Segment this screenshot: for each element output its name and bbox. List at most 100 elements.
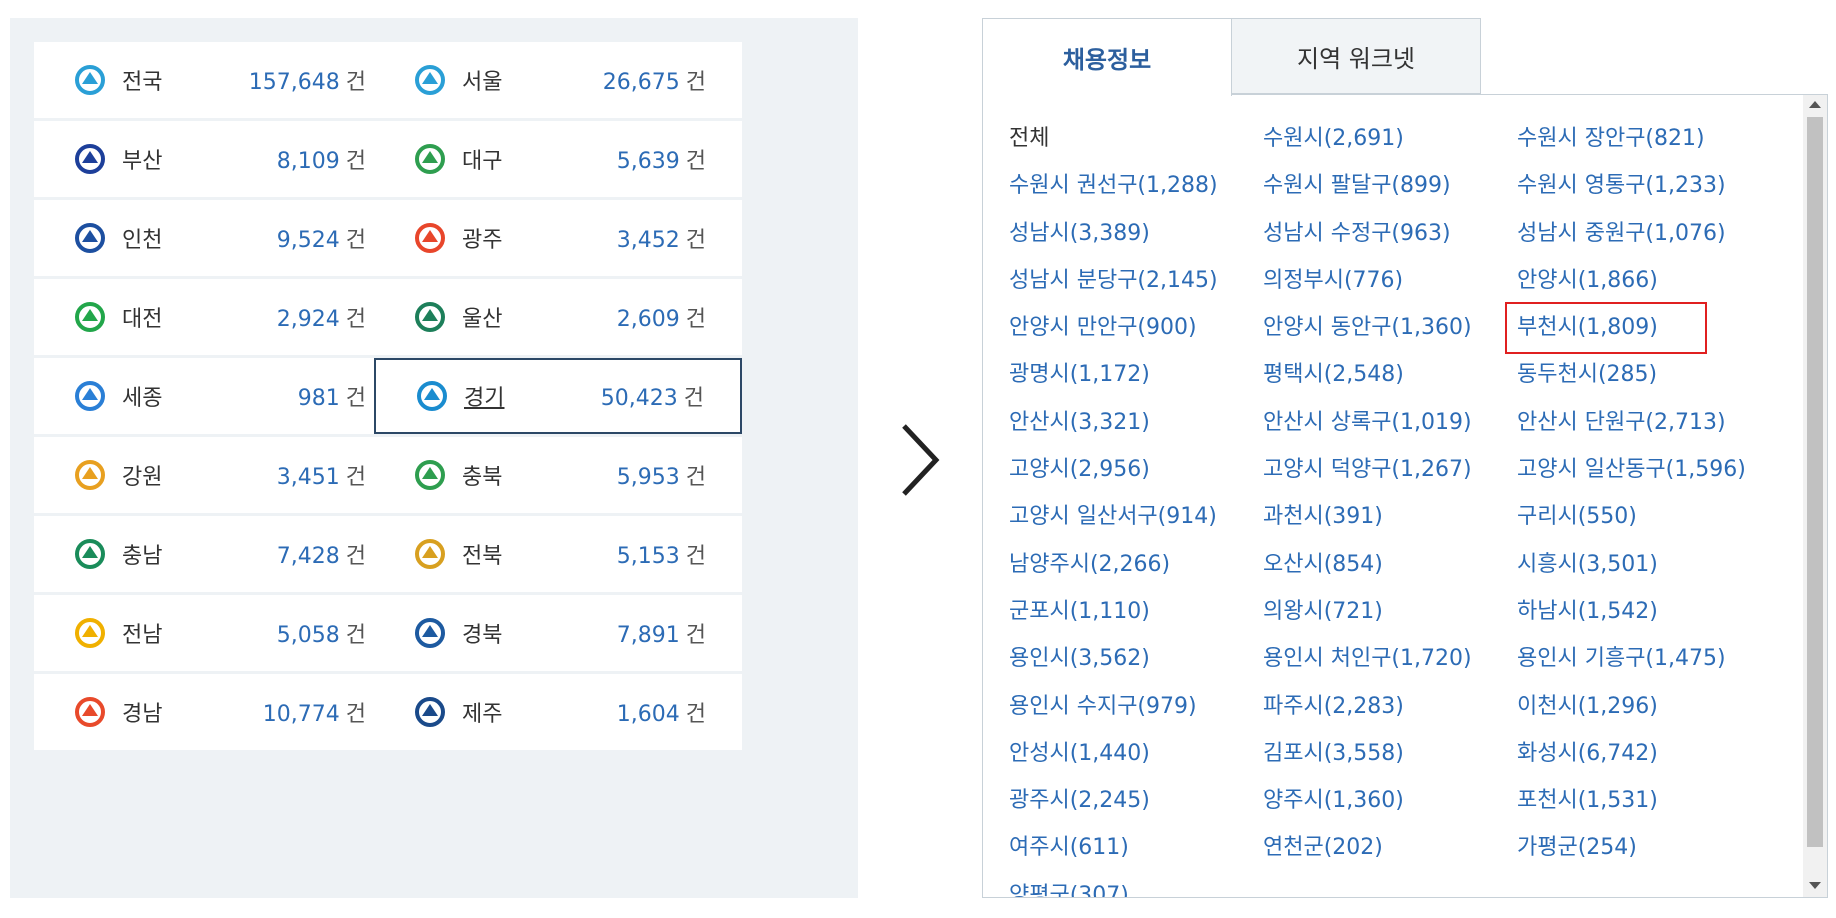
region-card[interactable]: 전북 5,153 건 bbox=[374, 516, 742, 592]
region-name: 경기 bbox=[464, 386, 505, 411]
city-list-box: 전체 수원시(2,691) 수원시 장안구(821) 수원시 권선구(1,288) 수원… bbox=[982, 94, 1828, 898]
region-count: 50,423 건 bbox=[601, 380, 704, 412]
city-item[interactable]: 김포시(3,558) bbox=[1263, 730, 1517, 777]
city-item[interactable]: 안산시 상록구(1,019) bbox=[1263, 399, 1517, 446]
city-item[interactable]: 광주시(2,245) bbox=[1009, 777, 1263, 824]
city-item[interactable]: 과천시(391) bbox=[1263, 493, 1517, 540]
region-count-value: 5,639 bbox=[616, 149, 680, 174]
city-item[interactable]: 안양시 만안구(900) bbox=[1009, 304, 1263, 351]
region-card[interactable]: 경남 10,774 건 bbox=[34, 674, 402, 750]
city-item[interactable]: 가평군(254) bbox=[1517, 824, 1771, 871]
region-card[interactable]: 부산 8,109 건 bbox=[34, 121, 402, 197]
region-card[interactable]: 울산 2,609 건 bbox=[374, 279, 742, 355]
region-card[interactable]: 서울 26,675 건 bbox=[374, 42, 742, 118]
gyeongbuk-logo-icon bbox=[412, 615, 448, 651]
city-item[interactable]: 수원시 권선구(1,288) bbox=[1009, 162, 1263, 209]
region-card[interactable]: 충남 7,428 건 bbox=[34, 516, 402, 592]
region-card[interactable]: 경기 50,423 건 bbox=[374, 358, 742, 434]
city-item[interactable]: 수원시 팔달구(899) bbox=[1263, 162, 1517, 209]
city-item[interactable]: 용인시(3,562) bbox=[1009, 635, 1263, 682]
city-item-all[interactable]: 전체 bbox=[1009, 115, 1263, 162]
region-card[interactable]: 제주 1,604 건 bbox=[374, 674, 742, 750]
city-item[interactable]: 수원시 장안구(821) bbox=[1517, 115, 1771, 162]
city-item[interactable]: 성남시(3,389) bbox=[1009, 210, 1263, 257]
region-count-unit: 건 bbox=[685, 228, 706, 253]
city-item[interactable]: 성남시 중원구(1,076) bbox=[1517, 210, 1771, 257]
city-item[interactable]: 구리시(550) bbox=[1517, 493, 1771, 540]
region-card[interactable]: 대구 5,639 건 bbox=[374, 121, 742, 197]
city-item[interactable]: 남양주시(2,266) bbox=[1009, 541, 1263, 588]
city-item[interactable]: 화성시(6,742) bbox=[1517, 730, 1771, 777]
region-count-unit: 건 bbox=[345, 544, 366, 569]
city-item[interactable]: 평택시(2,548) bbox=[1263, 351, 1517, 398]
region-count-unit: 건 bbox=[345, 149, 366, 174]
region-card[interactable]: 인천 9,524 건 bbox=[34, 200, 402, 276]
region-name: 대구 bbox=[462, 149, 503, 174]
region-name: 전남 bbox=[122, 623, 163, 648]
region-count-unit: 건 bbox=[685, 149, 706, 174]
city-item[interactable]: 안성시(1,440) bbox=[1009, 730, 1263, 777]
city-item[interactable]: 동두천시(285) bbox=[1517, 351, 1771, 398]
scroll-down-icon[interactable] bbox=[1809, 882, 1821, 889]
scroll-thumb[interactable] bbox=[1807, 117, 1823, 847]
region-count: 8,109 건 bbox=[277, 143, 366, 175]
city-item[interactable]: 파주시(2,283) bbox=[1263, 683, 1517, 730]
city-item[interactable]: 안산시(3,321) bbox=[1009, 399, 1263, 446]
city-item[interactable]: 군포시(1,110) bbox=[1009, 588, 1263, 635]
chevron-right-icon bbox=[902, 424, 940, 496]
gwangju-logo-icon bbox=[412, 220, 448, 256]
scroll-up-icon[interactable] bbox=[1809, 101, 1821, 108]
region-count-value: 5,153 bbox=[616, 544, 680, 569]
region-name: 전국 bbox=[122, 70, 163, 95]
region-count: 10,774 건 bbox=[263, 696, 366, 728]
city-item[interactable]: 오산시(854) bbox=[1263, 541, 1517, 588]
city-item[interactable]: 고양시 덕양구(1,267) bbox=[1263, 446, 1517, 493]
city-item[interactable]: 이천시(1,296) bbox=[1517, 683, 1771, 730]
scrollbar[interactable] bbox=[1803, 95, 1827, 897]
city-item[interactable]: 용인시 처인구(1,720) bbox=[1263, 635, 1517, 682]
city-item[interactable]: 하남시(1,542) bbox=[1517, 588, 1771, 635]
region-card[interactable]: 전남 5,058 건 bbox=[34, 595, 402, 671]
chungbuk-logo-icon bbox=[412, 457, 448, 493]
city-item[interactable]: 안산시 단원구(2,713) bbox=[1517, 399, 1771, 446]
city-item[interactable]: 광명시(1,172) bbox=[1009, 351, 1263, 398]
city-item[interactable]: 안양시 동안구(1,360) bbox=[1263, 304, 1517, 351]
region-count-unit: 건 bbox=[685, 307, 706, 332]
city-item[interactable]: 고양시 일산서구(914) bbox=[1009, 493, 1263, 540]
city-item[interactable]: 시흥시(3,501) bbox=[1517, 541, 1771, 588]
city-item[interactable]: 용인시 기흥구(1,475) bbox=[1517, 635, 1771, 682]
city-item[interactable]: 성남시 수정구(963) bbox=[1263, 210, 1517, 257]
city-item[interactable]: 양평군(307) bbox=[1009, 872, 1263, 897]
region-card[interactable]: 광주 3,452 건 bbox=[374, 200, 742, 276]
region-card[interactable]: 세종 981 건 bbox=[34, 358, 402, 434]
gyeonggi-logo-icon bbox=[414, 378, 450, 414]
tab-regional-worknet[interactable]: 지역 워크넷 bbox=[1231, 18, 1481, 94]
city-item[interactable]: 안양시(1,866) bbox=[1517, 257, 1771, 304]
region-card[interactable]: 전국 157,648 건 bbox=[34, 42, 402, 118]
city-item[interactable]: 수원시 영통구(1,233) bbox=[1517, 162, 1771, 209]
tab-job-info[interactable]: 채용정보 bbox=[982, 18, 1232, 96]
city-item[interactable]: 용인시 수지구(979) bbox=[1009, 683, 1263, 730]
city-item[interactable]: 성남시 분당구(2,145) bbox=[1009, 257, 1263, 304]
region-card[interactable]: 대전 2,924 건 bbox=[34, 279, 402, 355]
region-card[interactable]: 경북 7,891 건 bbox=[374, 595, 742, 671]
city-item[interactable]: 포천시(1,531) bbox=[1517, 777, 1771, 824]
region-name: 경북 bbox=[462, 623, 503, 648]
city-item[interactable]: 고양시(2,956) bbox=[1009, 446, 1263, 493]
jeonbuk-logo-icon bbox=[412, 536, 448, 572]
city-item[interactable]: 부천시(1,809) bbox=[1505, 302, 1707, 355]
city-item[interactable]: 의왕시(721) bbox=[1263, 588, 1517, 635]
daejeon-logo-icon bbox=[72, 299, 108, 335]
region-card[interactable]: 강원 3,451 건 bbox=[34, 437, 402, 513]
city-item[interactable]: 고양시 일산동구(1,596) bbox=[1517, 446, 1771, 493]
city-item[interactable]: 수원시(2,691) bbox=[1263, 115, 1517, 162]
region-count: 7,428 건 bbox=[277, 538, 366, 570]
city-item[interactable]: 의정부시(776) bbox=[1263, 257, 1517, 304]
city-item[interactable]: 연천군(202) bbox=[1263, 824, 1517, 871]
region-count-value: 2,924 bbox=[276, 307, 340, 332]
region-count: 7,891 건 bbox=[617, 617, 706, 649]
region-card[interactable]: 충북 5,953 건 bbox=[374, 437, 742, 513]
region-name: 광주 bbox=[462, 228, 503, 253]
city-item[interactable]: 양주시(1,360) bbox=[1263, 777, 1517, 824]
city-item[interactable]: 여주시(611) bbox=[1009, 824, 1263, 871]
